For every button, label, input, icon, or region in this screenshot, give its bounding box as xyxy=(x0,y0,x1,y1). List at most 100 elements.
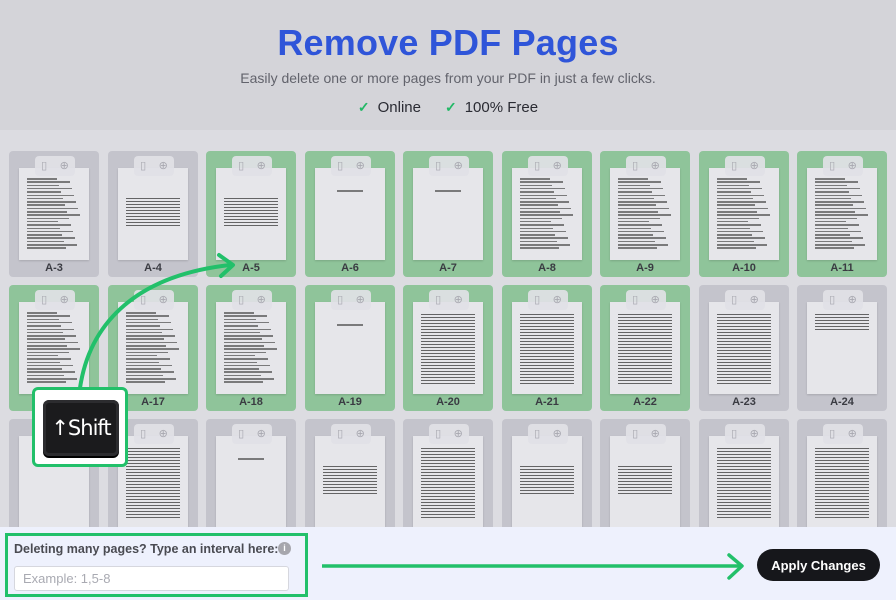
page-thumbnail[interactable] xyxy=(118,168,188,260)
page-thumbnail[interactable] xyxy=(512,168,582,260)
trash-icon[interactable]: ▯ xyxy=(435,294,441,306)
zoom-in-icon[interactable]: ⊕ xyxy=(750,428,759,440)
trash-icon[interactable]: ▯ xyxy=(337,160,343,172)
zoom-in-icon[interactable]: ⊕ xyxy=(651,160,660,172)
page-card[interactable]: ▯⊕ xyxy=(502,419,592,527)
page-card[interactable]: ▯ ⊕ A-21 xyxy=(502,285,592,411)
page-card[interactable]: ▯ ⊕ A-20 xyxy=(403,285,493,411)
zoom-in-icon[interactable]: ⊕ xyxy=(356,294,365,306)
trash-icon[interactable]: ▯ xyxy=(238,294,244,306)
page-thumbnail[interactable] xyxy=(413,168,483,260)
zoom-in-icon[interactable]: ⊕ xyxy=(553,294,562,306)
trash-icon[interactable]: ▯ xyxy=(534,428,540,440)
page-card[interactable]: ▯ ⊕ A-11 xyxy=(797,151,887,277)
zoom-in-icon[interactable]: ⊕ xyxy=(454,428,463,440)
page-thumbnail[interactable] xyxy=(807,302,877,394)
page-thumbnail[interactable] xyxy=(709,302,779,394)
page-thumbnail[interactable] xyxy=(807,168,877,260)
zoom-in-icon[interactable]: ⊕ xyxy=(60,160,69,172)
apply-changes-button[interactable]: Apply Changes xyxy=(757,549,880,581)
page-thumbnail[interactable] xyxy=(315,436,385,527)
trash-icon[interactable]: ▯ xyxy=(829,160,835,172)
zoom-in-icon[interactable]: ⊕ xyxy=(356,160,365,172)
page-card[interactable]: ▯⊕ xyxy=(699,419,789,527)
trash-icon[interactable]: ▯ xyxy=(41,294,47,306)
page-thumbnail[interactable] xyxy=(512,302,582,394)
trash-icon[interactable]: ▯ xyxy=(534,294,540,306)
page-card[interactable]: ▯ ⊕ A-22 xyxy=(600,285,690,411)
page-thumbnail[interactable] xyxy=(413,436,483,527)
trash-icon[interactable]: ▯ xyxy=(731,428,737,440)
trash-icon[interactable]: ▯ xyxy=(238,160,244,172)
zoom-in-icon[interactable]: ⊕ xyxy=(159,160,168,172)
trash-icon[interactable]: ▯ xyxy=(632,294,638,306)
page-card[interactable]: ▯⊕ xyxy=(305,419,395,527)
page-card[interactable]: ▯ ⊕ A-6 xyxy=(305,151,395,277)
trash-icon[interactable]: ▯ xyxy=(632,160,638,172)
page-card[interactable]: ▯⊕ xyxy=(403,419,493,527)
page-thumbnail[interactable] xyxy=(216,302,286,394)
page-thumbnail[interactable] xyxy=(216,168,286,260)
trash-icon[interactable]: ▯ xyxy=(435,428,441,440)
trash-icon[interactable]: ▯ xyxy=(829,294,835,306)
zoom-in-icon[interactable]: ⊕ xyxy=(356,428,365,440)
page-card[interactable]: ▯ ⊕ A-9 xyxy=(600,151,690,277)
page-card[interactable]: ▯ ⊕ A-8 xyxy=(502,151,592,277)
info-icon[interactable]: i xyxy=(278,542,291,555)
trash-icon[interactable]: ▯ xyxy=(337,294,343,306)
trash-icon[interactable]: ▯ xyxy=(731,160,737,172)
page-thumbnail[interactable] xyxy=(19,168,89,260)
zoom-in-icon[interactable]: ⊕ xyxy=(848,294,857,306)
page-thumbnail[interactable] xyxy=(19,302,89,394)
zoom-in-icon[interactable]: ⊕ xyxy=(651,294,660,306)
trash-icon[interactable]: ▯ xyxy=(140,160,146,172)
page-thumbnail[interactable] xyxy=(610,168,680,260)
zoom-in-icon[interactable]: ⊕ xyxy=(257,294,266,306)
page-thumbnail[interactable] xyxy=(610,302,680,394)
trash-icon[interactable]: ▯ xyxy=(140,428,146,440)
page-card[interactable]: ▯ ⊕ A-5 xyxy=(206,151,296,277)
zoom-in-icon[interactable]: ⊕ xyxy=(60,294,69,306)
zoom-in-icon[interactable]: ⊕ xyxy=(159,428,168,440)
page-card[interactable]: ▯⊕ xyxy=(797,419,887,527)
page-thumbnail[interactable] xyxy=(216,436,286,527)
zoom-in-icon[interactable]: ⊕ xyxy=(553,160,562,172)
trash-icon[interactable]: ▯ xyxy=(632,428,638,440)
trash-icon[interactable]: ▯ xyxy=(41,160,47,172)
zoom-in-icon[interactable]: ⊕ xyxy=(257,160,266,172)
zoom-in-icon[interactable]: ⊕ xyxy=(159,294,168,306)
page-card[interactable]: ▯ ⊕ A-23 xyxy=(699,285,789,411)
page-thumbnail[interactable] xyxy=(315,168,385,260)
page-card[interactable]: ▯⊕ xyxy=(600,419,690,527)
zoom-in-icon[interactable]: ⊕ xyxy=(257,428,266,440)
page-thumbnail[interactable] xyxy=(512,436,582,527)
zoom-in-icon[interactable]: ⊕ xyxy=(750,160,759,172)
page-card[interactable]: ▯ ⊕ A-3 xyxy=(9,151,99,277)
page-thumbnail[interactable] xyxy=(118,302,188,394)
interval-input[interactable] xyxy=(14,566,289,591)
page-thumbnail[interactable] xyxy=(610,436,680,527)
page-thumbnail[interactable] xyxy=(118,436,188,527)
page-card[interactable]: ▯ ⊕ A-7 xyxy=(403,151,493,277)
page-card[interactable]: ▯ ⊕ A-4 xyxy=(108,151,198,277)
zoom-in-icon[interactable]: ⊕ xyxy=(750,294,759,306)
page-card[interactable]: ▯ ⊕ A-24 xyxy=(797,285,887,411)
zoom-in-icon[interactable]: ⊕ xyxy=(848,428,857,440)
zoom-in-icon[interactable]: ⊕ xyxy=(848,160,857,172)
page-thumbnail[interactable] xyxy=(807,436,877,527)
page-thumbnail[interactable] xyxy=(709,168,779,260)
trash-icon[interactable]: ▯ xyxy=(435,160,441,172)
zoom-in-icon[interactable]: ⊕ xyxy=(651,428,660,440)
zoom-in-icon[interactable]: ⊕ xyxy=(553,428,562,440)
trash-icon[interactable]: ▯ xyxy=(238,428,244,440)
zoom-in-icon[interactable]: ⊕ xyxy=(454,294,463,306)
page-thumbnail[interactable] xyxy=(709,436,779,527)
page-card[interactable]: ▯⊕ xyxy=(206,419,296,527)
page-card[interactable]: ▯ ⊕ A-10 xyxy=(699,151,789,277)
page-thumbnail[interactable] xyxy=(315,302,385,394)
trash-icon[interactable]: ▯ xyxy=(337,428,343,440)
trash-icon[interactable]: ▯ xyxy=(140,294,146,306)
page-thumbnail[interactable] xyxy=(413,302,483,394)
page-card[interactable]: ▯ ⊕ A-18 xyxy=(206,285,296,411)
page-card[interactable]: ▯ ⊕ A-19 xyxy=(305,285,395,411)
